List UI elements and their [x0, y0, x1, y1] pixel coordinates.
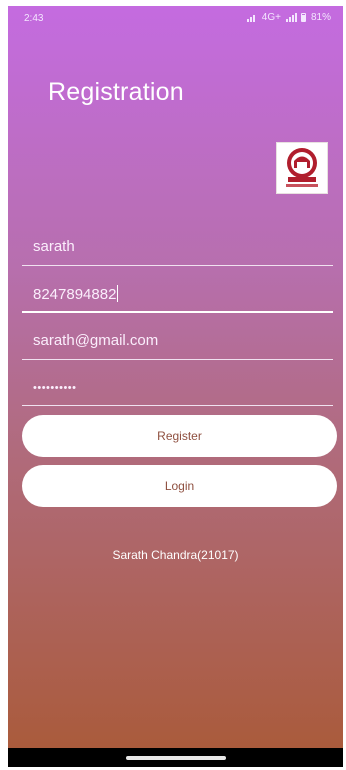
register-button[interactable]: Register: [22, 415, 337, 457]
text-cursor: [117, 285, 119, 302]
status-bar: 2:43 4G+ 81%: [8, 6, 343, 30]
wifi-icon: [246, 13, 257, 22]
registration-screen: 2:43 4G+ 81% Registration sarath 8247894…: [8, 6, 343, 748]
battery-icon: [300, 13, 306, 22]
status-time: 2:43: [24, 13, 44, 24]
battery-percent: 81%: [310, 12, 331, 23]
signal-icon: [285, 13, 297, 22]
login-button[interactable]: Login: [22, 465, 337, 507]
navigation-bar: [8, 748, 343, 767]
logo-icon: [286, 148, 318, 187]
name-field[interactable]: sarath: [22, 230, 333, 266]
password-value: ••••••••••: [33, 382, 77, 394]
university-emblem-logo: [276, 142, 328, 194]
password-field[interactable]: ••••••••••: [22, 370, 333, 406]
phone-screen: 2:43 4G+ 81% Registration sarath 8247894…: [8, 6, 343, 767]
network-type-label: 4G+: [261, 12, 281, 23]
email-value: sarath@gmail.com: [33, 332, 159, 349]
email-field[interactable]: sarath@gmail.com: [22, 324, 333, 360]
name-value: sarath: [33, 238, 75, 255]
footer-credit: Sarath Chandra(21017): [112, 548, 239, 562]
phone-value-wrap: 8247894882: [33, 285, 119, 303]
status-icons: 4G+ 81%: [246, 12, 331, 23]
phone-value: 8247894882: [33, 286, 117, 303]
page-title: Registration: [48, 78, 184, 106]
home-indicator[interactable]: [126, 756, 226, 760]
phone-field[interactable]: 8247894882: [22, 277, 333, 313]
